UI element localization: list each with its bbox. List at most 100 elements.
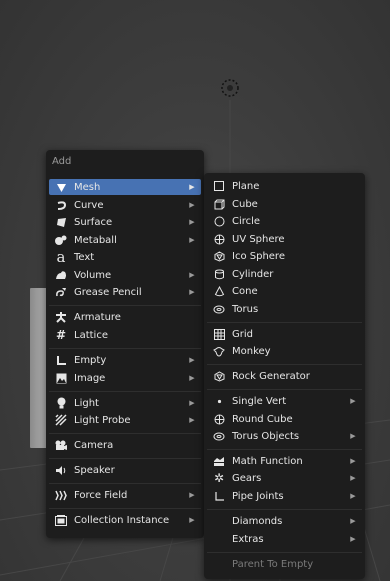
mesh-item-rock-generator[interactable]: Rock Generator [207, 368, 362, 384]
torus-icon [212, 302, 226, 316]
menu-separator [49, 348, 201, 349]
mesh-item-torus-objects[interactable]: Torus Objects ▶ [207, 428, 362, 444]
menu-item-image[interactable]: Image ▶ [49, 370, 201, 386]
mesh-item-gears[interactable]: ✲ Gears ▶ [207, 470, 362, 486]
mesh-submenu: Plane Cube Circle UV Sphere Ico Sphere C… [204, 173, 365, 579]
speaker-icon [54, 463, 68, 477]
collection-instance-icon [54, 513, 68, 527]
mesh-icon [54, 180, 68, 194]
menu-item-light[interactable]: Light ▶ [49, 395, 201, 411]
round-cube-icon [212, 412, 226, 426]
submenu-arrow-icon: ▶ [350, 474, 356, 482]
mesh-item-round-cube[interactable]: Round Cube [207, 411, 362, 427]
menu-separator [49, 483, 201, 484]
uv-sphere-icon [212, 232, 226, 246]
light-icon [54, 396, 68, 410]
surface-icon [54, 215, 68, 229]
mesh-item-ico-sphere[interactable]: Ico Sphere [207, 248, 362, 264]
menu-item-mesh[interactable]: Mesh ▶ [49, 179, 201, 195]
menu-item-metaball[interactable]: Metaball ▶ [49, 232, 201, 248]
single-vert-icon [212, 394, 226, 408]
submenu-arrow-icon: ▶ [350, 535, 356, 543]
menu-separator [207, 322, 362, 323]
force-field-icon [54, 488, 68, 502]
plane-icon [212, 179, 226, 193]
metaball-icon [54, 233, 68, 247]
mesh-item-extras[interactable]: Extras ▶ [207, 531, 362, 547]
submenu-arrow-icon: ▶ [350, 492, 356, 500]
monkey-icon [212, 344, 226, 358]
circle-icon [212, 214, 226, 228]
torus-objects-icon [212, 429, 226, 443]
mesh-item-diamonds[interactable]: Diamonds ▶ [207, 513, 362, 529]
menu-separator [49, 391, 201, 392]
submenu-arrow-icon: ▶ [189, 491, 195, 499]
add-menu: Add Mesh ▶ Curve ▶ Surface ▶ Metaball ▶ … [46, 150, 204, 538]
armature-icon [54, 310, 68, 324]
menu-separator [49, 433, 201, 434]
mesh-item-cone[interactable]: Cone [207, 283, 362, 299]
menu-item-volume[interactable]: Volume ▶ [49, 267, 201, 283]
submenu-arrow-icon: ▶ [189, 183, 195, 191]
mesh-item-circle[interactable]: Circle [207, 213, 362, 229]
text-icon: a [56, 248, 66, 266]
menu-item-empty[interactable]: Empty ▶ [49, 352, 201, 368]
mesh-item-cylinder[interactable]: Cylinder [207, 266, 362, 282]
light-object-icon[interactable] [221, 79, 239, 97]
add-menu-title: Add [52, 156, 72, 167]
cylinder-icon [212, 267, 226, 281]
cube-icon [212, 197, 226, 211]
menu-item-grease-pencil[interactable]: Grease Pencil ▶ [49, 284, 201, 300]
mesh-item-math-function[interactable]: Math Function ▶ [207, 453, 362, 469]
submenu-arrow-icon: ▶ [350, 457, 356, 465]
empty-icon [54, 353, 68, 367]
submenu-arrow-icon: ▶ [189, 374, 195, 382]
gears-icon: ✲ [213, 471, 225, 485]
menu-item-light-probe[interactable]: Light Probe ▶ [49, 412, 201, 428]
mesh-item-grid[interactable]: Grid [207, 326, 362, 342]
rock-generator-icon [212, 369, 226, 383]
submenu-arrow-icon: ▶ [189, 218, 195, 226]
menu-separator [49, 458, 201, 459]
curve-icon [54, 198, 68, 212]
mesh-item-parent-to-empty: Parent To Empty [232, 558, 314, 570]
submenu-arrow-icon: ▶ [189, 356, 195, 364]
camera-icon [54, 438, 68, 452]
menu-item-surface[interactable]: Surface ▶ [49, 214, 201, 230]
submenu-arrow-icon: ▶ [350, 432, 356, 440]
menu-separator [207, 449, 362, 450]
menu-item-curve[interactable]: Curve ▶ [49, 197, 201, 213]
menu-item-speaker[interactable]: Speaker [49, 462, 201, 478]
menu-item-camera[interactable]: Camera [49, 437, 201, 453]
math-function-icon [212, 454, 226, 468]
menu-item-force-field[interactable]: Force Field ▶ [49, 487, 201, 503]
mesh-item-uv-sphere[interactable]: UV Sphere [207, 231, 362, 247]
menu-separator [49, 508, 201, 509]
menu-item-lattice[interactable]: # Lattice [49, 327, 201, 343]
menu-separator [207, 509, 362, 510]
image-icon [54, 371, 68, 385]
mesh-item-single-vert[interactable]: Single Vert ▶ [207, 393, 362, 409]
light-probe-icon [54, 413, 68, 427]
grid-icon [212, 327, 226, 341]
menu-item-armature[interactable]: Armature [49, 309, 201, 325]
menu-item-text[interactable]: a Text [49, 248, 201, 266]
mesh-item-torus[interactable]: Torus [207, 301, 362, 317]
menu-separator [207, 552, 362, 553]
submenu-arrow-icon: ▶ [189, 399, 195, 407]
submenu-arrow-icon: ▶ [350, 397, 356, 405]
mesh-item-pipe-joints[interactable]: Pipe Joints ▶ [207, 488, 362, 504]
submenu-arrow-icon: ▶ [189, 271, 195, 279]
submenu-arrow-icon: ▶ [189, 416, 195, 424]
volume-icon [54, 268, 68, 282]
mesh-item-cube[interactable]: Cube [207, 196, 362, 212]
menu-item-collection-instance[interactable]: Collection Instance ▶ [49, 512, 201, 528]
cone-icon [212, 284, 226, 298]
submenu-arrow-icon: ▶ [189, 288, 195, 296]
mesh-item-monkey[interactable]: Monkey [207, 343, 362, 359]
pipe-joints-icon [212, 489, 226, 503]
menu-separator [207, 389, 362, 390]
ico-sphere-icon [212, 249, 226, 263]
mesh-item-plane[interactable]: Plane [207, 178, 362, 194]
lattice-icon: # [55, 328, 67, 342]
